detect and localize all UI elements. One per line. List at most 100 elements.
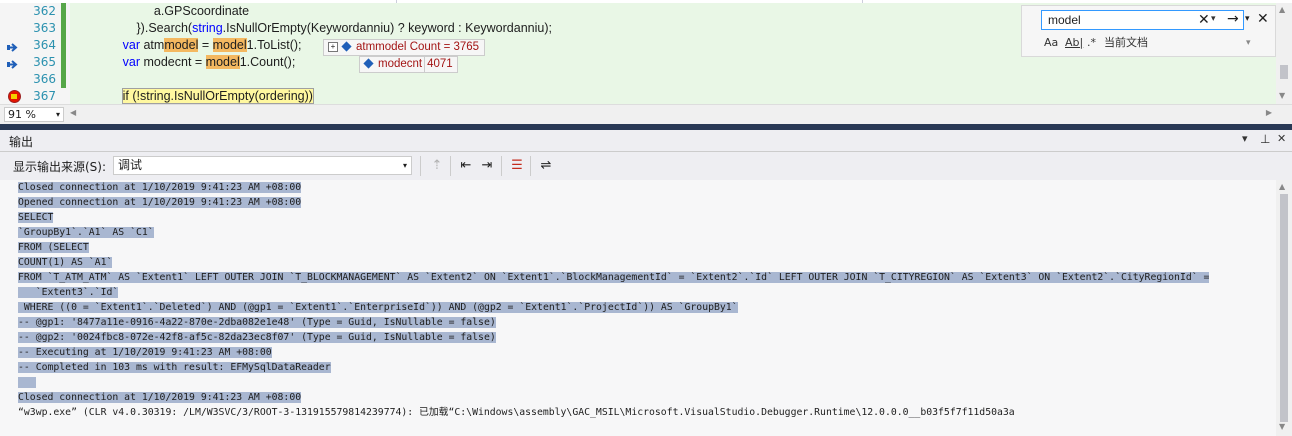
window-position-dropdown-icon[interactable]: ▾ bbox=[1242, 132, 1248, 145]
output-source-select[interactable]: 调试 ▾ bbox=[113, 156, 412, 175]
next-message-icon[interactable]: ⇥ bbox=[478, 157, 496, 175]
code-text[interactable]: var atmmodel = model1.ToList(); bbox=[74, 37, 302, 54]
line-number: 365 bbox=[33, 55, 56, 69]
word-wrap-icon[interactable]: ⇌ bbox=[537, 157, 555, 175]
output-text-area[interactable]: Closed connection at 1/10/2019 9:41:23 A… bbox=[0, 180, 1276, 436]
prev-message-icon[interactable]: ⇤ bbox=[457, 157, 475, 175]
match-case-button[interactable]: Aa bbox=[1044, 35, 1058, 51]
datatip-value[interactable]: Count = 3765 bbox=[410, 41, 479, 53]
chevron-down-icon[interactable]: ▾ bbox=[1246, 35, 1251, 51]
scroll-down-icon[interactable]: ▼ bbox=[1279, 91, 1285, 100]
selected-text: WHERE ((0 = `Extent1`.`Deleted`) AND (@g… bbox=[18, 302, 738, 313]
zoom-value: 91 % bbox=[8, 108, 36, 121]
code-text[interactable]: }).Search(string.IsNullOrEmpty(Keywordan… bbox=[74, 20, 552, 37]
selected-text: -- @gp1: '8477a11e-0916-4a22-870e-2dba08… bbox=[18, 317, 496, 328]
scroll-up-icon[interactable]: ▲ bbox=[1279, 182, 1285, 191]
code-token: }).Search( bbox=[74, 21, 193, 35]
output-line[interactable]: `Extent3`.`Id` bbox=[18, 285, 119, 300]
output-line[interactable]: WHERE ((0 = `Extent1`.`Deleted`) AND (@g… bbox=[18, 300, 738, 315]
output-line[interactable] bbox=[18, 375, 36, 390]
output-line[interactable]: Closed connection at 1/10/2019 9:41:23 A… bbox=[18, 390, 302, 405]
output-line[interactable]: -- Executing at 1/10/2019 9:41:23 AM +08… bbox=[18, 345, 272, 360]
line-number: 364 bbox=[33, 38, 56, 52]
find-options-icon[interactable]: ▾ bbox=[1245, 9, 1250, 29]
output-line[interactable]: COUNT(1) AS `A1` bbox=[18, 255, 113, 270]
selected-text bbox=[18, 377, 36, 388]
output-line[interactable]: Opened connection at 1/10/2019 9:41:23 A… bbox=[18, 195, 302, 210]
clear-all-icon[interactable]: ☰ bbox=[508, 157, 526, 175]
code-text[interactable]: a.GPScoordinate bbox=[74, 3, 249, 20]
code-token: a.GPScoordinate bbox=[74, 4, 250, 18]
editor-vertical-scrollbar[interactable]: ▲ ▼ bbox=[1276, 3, 1292, 104]
output-line[interactable]: FROM (SELECT bbox=[18, 240, 89, 255]
find-scope[interactable]: 当前文档 bbox=[1104, 35, 1148, 51]
output-line[interactable]: -- @gp1: '8477a11e-0916-4a22-870e-2dba08… bbox=[18, 315, 496, 330]
code-text[interactable]: var modecnt = model1.Count(); bbox=[74, 54, 295, 71]
tracepoint-icon[interactable] bbox=[7, 41, 19, 52]
current-statement: if (!string.IsNullOrEmpty(ordering)) bbox=[121, 88, 314, 104]
scroll-thumb[interactable] bbox=[1280, 65, 1288, 79]
datatip-name: atmmodel bbox=[356, 41, 407, 53]
close-icon[interactable]: ✕ bbox=[1257, 9, 1269, 29]
code-line[interactable]: 367 if (!string.IsNullOrEmpty(ordering)) bbox=[0, 88, 1276, 105]
selected-text: FROM (SELECT bbox=[18, 242, 89, 253]
code-editor[interactable]: 362 a.GPScoordinate 363 }).Search(string.… bbox=[0, 0, 1292, 124]
expand-icon[interactable]: + bbox=[328, 41, 338, 52]
code-text[interactable]: if (!string.IsNullOrEmpty(ordering)) bbox=[74, 88, 314, 105]
datatip-atmmodel[interactable]: + atmmodel Count = 3765 bbox=[323, 39, 485, 56]
editor-bottom-bar: 91 % ▾ ◀ ▶ bbox=[0, 104, 1292, 124]
toolbar-separator bbox=[450, 156, 451, 176]
find-next-icon[interactable]: → bbox=[1227, 9, 1239, 29]
output-line[interactable]: -- Completed in 103 ms with result: EFMy… bbox=[18, 360, 331, 375]
selected-text: -- @gp2: '0024fbc8-072e-42f8-af5c-82da23… bbox=[18, 332, 496, 343]
selected-text: SELECT bbox=[18, 212, 54, 223]
output-vertical-scrollbar[interactable]: ▲ ▼ bbox=[1276, 180, 1292, 436]
scroll-down-icon[interactable]: ▼ bbox=[1279, 422, 1285, 431]
selected-text: -- Completed in 103 ms with result: EFMy… bbox=[18, 362, 331, 373]
output-line[interactable]: SELECT bbox=[18, 210, 54, 225]
datatip-name: modecnt bbox=[378, 58, 423, 70]
code-line[interactable]: 366 bbox=[0, 71, 1276, 88]
toolbar-separator bbox=[420, 156, 421, 176]
code-token: var bbox=[122, 38, 140, 52]
selected-text: Opened connection at 1/10/2019 9:41:23 A… bbox=[18, 197, 302, 208]
regex-button[interactable]: .* bbox=[1087, 35, 1096, 51]
output-title-bar: 输出 ▾ ⊥ ✕ bbox=[0, 130, 1292, 152]
match-whole-word-button[interactable]: Ab| bbox=[1065, 35, 1083, 51]
selected-text: Closed connection at 1/10/2019 9:41:23 A… bbox=[18, 392, 302, 403]
tracepoint-icon[interactable] bbox=[7, 58, 19, 69]
scroll-left-icon[interactable]: ◀ bbox=[70, 108, 76, 117]
find-history-dropdown-icon[interactable]: ▾ bbox=[1211, 9, 1216, 29]
toolbar-separator bbox=[530, 156, 531, 176]
output-toolbar: 显示输出来源(S): 调试 ▾ ⇡ ⇤ ⇥ ☰ ⇌ bbox=[0, 152, 1292, 180]
search-match: model bbox=[164, 38, 199, 52]
toolbar-separator bbox=[501, 156, 502, 176]
find-message-icon[interactable]: ⇡ bbox=[428, 157, 446, 175]
datatip-value[interactable]: 4071 bbox=[427, 58, 453, 70]
scroll-right-icon[interactable]: ▶ bbox=[1266, 108, 1272, 117]
selected-text: COUNT(1) AS `A1` bbox=[18, 257, 113, 268]
output-line[interactable]: Closed connection at 1/10/2019 9:41:23 A… bbox=[18, 180, 302, 195]
datatip-modecnt[interactable]: modecnt 4071 bbox=[359, 56, 458, 73]
line-number: 367 bbox=[33, 89, 56, 103]
output-line[interactable]: `GroupBy1`.`A1` AS `C1` bbox=[18, 225, 154, 240]
output-source-value: 调试 bbox=[118, 158, 143, 172]
find-widget: model ✕ ▾ → ▾ ✕ Aa Ab| .* 当前文档 ▾ bbox=[1021, 5, 1276, 57]
output-line[interactable]: “w3wp.exe” (CLR v4.0.30319: /LM/W3SVC/3/… bbox=[18, 405, 1015, 420]
output-line[interactable]: FROM `T_ATM_ATM` AS `Extent1` LEFT OUTER… bbox=[18, 270, 1210, 285]
clear-icon[interactable]: ✕ bbox=[1198, 10, 1210, 30]
change-marker bbox=[61, 20, 66, 37]
scroll-up-icon[interactable]: ▲ bbox=[1279, 5, 1285, 14]
chevron-down-icon[interactable]: ▾ bbox=[403, 157, 407, 174]
pin-icon[interactable]: ⊥ bbox=[1260, 132, 1270, 146]
chevron-down-icon[interactable]: ▾ bbox=[56, 108, 60, 121]
selected-text: `GroupBy1`.`A1` AS `C1` bbox=[18, 227, 154, 238]
output-line[interactable]: -- @gp2: '0024fbc8-072e-42f8-af5c-82da23… bbox=[18, 330, 496, 345]
breakpoint-current-icon[interactable] bbox=[8, 90, 21, 103]
zoom-select[interactable]: 91 % ▾ bbox=[4, 107, 64, 122]
editor-horizontal-scrollbar[interactable]: ◀ ▶ bbox=[70, 108, 1276, 120]
code-token: 1.Count(); bbox=[239, 55, 296, 69]
close-icon[interactable]: ✕ bbox=[1277, 132, 1286, 145]
scroll-thumb[interactable] bbox=[1280, 194, 1288, 422]
datatip-separator bbox=[424, 57, 426, 72]
